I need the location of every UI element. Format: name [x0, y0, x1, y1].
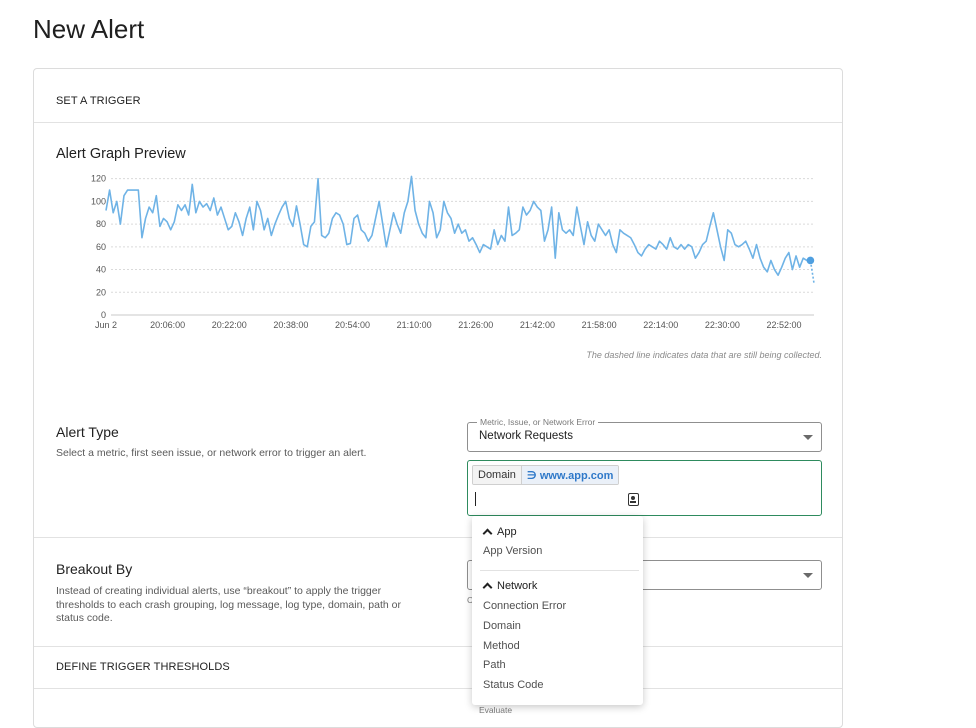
alert-graph-chart: 0 20 40 60 80 100 120 Jun 2 20:06:00 20:22:00 20:3… — [91, 174, 815, 330]
page-title: New Alert — [33, 14, 145, 44]
metric-select[interactable]: Metric, Issue, or Network Error Network … — [467, 417, 822, 452]
filter-input[interactable]: Domain ∋ www.app.com — [467, 460, 822, 516]
x-tick-label: 22:14:00 — [643, 320, 678, 330]
divider — [34, 688, 842, 689]
contact-card-icon[interactable] — [628, 493, 639, 506]
metric-select-value: Network Requests — [479, 430, 573, 442]
chevron-up-icon — [482, 528, 493, 539]
series-line — [105, 175, 808, 277]
breakout-description: Instead of creating individual alerts, u… — [56, 585, 401, 624]
filter-chip[interactable]: Domain ∋ www.app.com — [472, 465, 620, 485]
x-tick-label: 22:52:00 — [766, 320, 801, 330]
dropdown-group-network[interactable]: Network — [482, 580, 538, 593]
x-tick-label: 20:54:00 — [335, 320, 370, 330]
alert-type-description: Select a metric, first seen issue, or ne… — [56, 447, 367, 459]
y-tick-label: 60 — [96, 242, 106, 252]
alert-type-title: Alert Type — [56, 424, 119, 440]
filter-key-dropdown: App App Version Network Connection Error… — [472, 516, 643, 705]
graph-title: Alert Graph Preview — [56, 146, 186, 162]
dropdown-group-app[interactable]: App — [482, 526, 517, 539]
dropdown-option-connection-error[interactable]: Connection Error — [483, 600, 566, 612]
breakout-title: Breakout By — [56, 561, 133, 577]
dropdown-option-method[interactable]: Method — [483, 640, 520, 652]
dropdown-option-app-version[interactable]: App Version — [483, 545, 542, 557]
divider — [480, 570, 639, 571]
alert-form-card: SET A TRIGGER Alert Graph Preview 0 20 40 6… — [33, 68, 843, 728]
chevron-down-icon — [803, 435, 813, 440]
section-header-trigger: SET A TRIGGER — [56, 95, 141, 107]
chart-note: The dashed line indicates data that are … — [586, 350, 822, 360]
text-cursor — [475, 492, 476, 506]
x-tick-label: 21:58:00 — [582, 320, 617, 330]
y-tick-label: 80 — [96, 219, 106, 229]
dropdown-option-domain[interactable]: Domain — [483, 620, 521, 632]
x-tick-label: 21:26:00 — [458, 320, 493, 330]
filter-chip-key: Domain — [473, 466, 522, 484]
chevron-up-icon — [482, 582, 493, 593]
filter-chip-value: ∋ www.app.com — [521, 466, 619, 484]
chevron-down-icon — [803, 573, 813, 578]
x-tick-label: 21:42:00 — [520, 320, 555, 330]
x-tick-label: 20:06:00 — [150, 320, 185, 330]
y-tick-label: 120 — [91, 174, 106, 184]
divider — [34, 646, 842, 647]
series-end-point — [806, 256, 815, 265]
y-tick-label: 100 — [91, 196, 106, 206]
metric-select-label: Metric, Issue, or Network Error — [477, 417, 599, 427]
y-tick-label: 20 — [96, 287, 106, 297]
dropdown-group-label: App — [497, 526, 517, 538]
x-tick-label: Jun 2 — [95, 320, 117, 330]
y-tick-label: 0 — [101, 310, 106, 320]
divider — [34, 122, 842, 123]
x-tick-label: 20:22:00 — [212, 320, 247, 330]
evaluate-label: Evaluate — [479, 705, 513, 715]
x-tick-label: 20:38:00 — [273, 320, 308, 330]
dropdown-option-path[interactable]: Path — [483, 659, 506, 671]
y-tick-label: 40 — [96, 265, 106, 275]
dropdown-group-label: Network — [497, 580, 538, 592]
dropdown-option-status-code[interactable]: Status Code — [483, 679, 544, 691]
divider — [34, 537, 842, 538]
x-tick-label: 22:30:00 — [705, 320, 740, 330]
x-tick-label: 21:10:00 — [397, 320, 432, 330]
section-header-thresholds: DEFINE TRIGGER THRESHOLDS — [56, 661, 230, 673]
